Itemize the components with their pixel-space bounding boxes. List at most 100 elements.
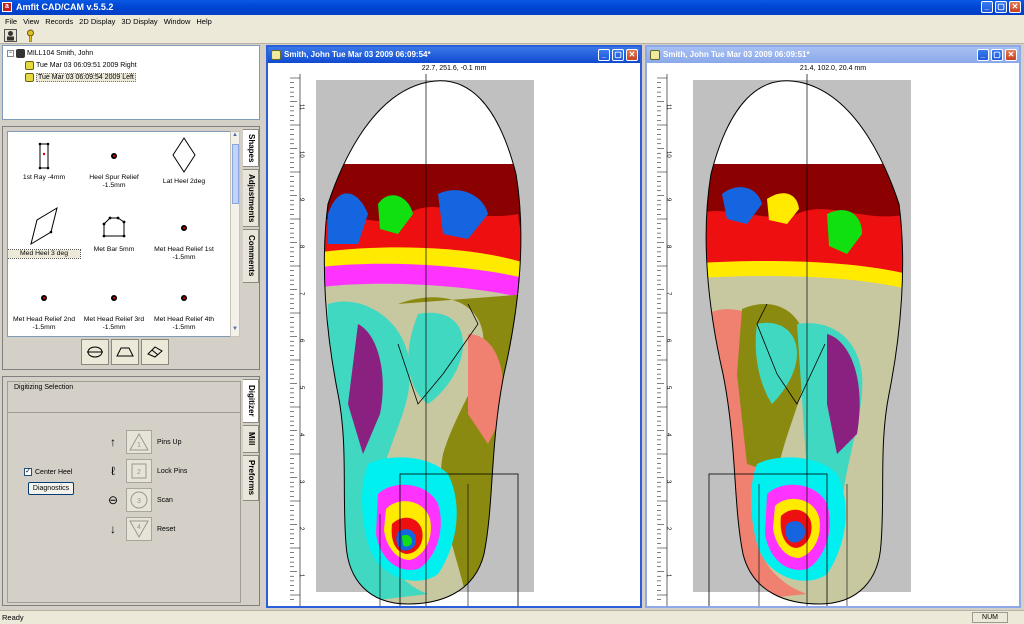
patient-icon [16, 49, 25, 58]
tree-patient-label: MILL104 Smith, John [27, 50, 94, 57]
scan-button[interactable]: 3 [126, 488, 152, 512]
shape-met-head-2nd[interactable]: Met Head Relief 2nd -1.5mm [8, 284, 80, 332]
restore-button[interactable]: ▢ [612, 49, 624, 61]
scroll-thumb[interactable] [232, 144, 239, 204]
ray-rect-icon [38, 142, 50, 170]
level-icon [87, 346, 103, 358]
left-foot-coordinates: 22.7, 251.6, -0.1 mm [421, 65, 487, 72]
ruler-label: 1 [665, 574, 671, 578]
tab-comments[interactable]: Comments [243, 229, 259, 283]
ruler-label: 9 [665, 198, 671, 202]
shapes-panel: 1st Ray -4mm Heel Spur Relief -1.5mm Lat… [2, 126, 260, 370]
tab-adjustments[interactable]: Adjustments [243, 169, 259, 227]
left-foot-pressure-map[interactable]: 11 10 9 8 7 6 5 4 3 2 1 [268, 74, 640, 606]
eraser-tool-button[interactable] [141, 339, 169, 365]
shape-heel-spur-relief[interactable]: Heel Spur Relief -1.5mm [78, 142, 150, 190]
key-icon[interactable] [24, 29, 37, 42]
shape-label: Met Head Relief 4th -1.5mm [153, 316, 215, 331]
ruler-label: 8 [665, 245, 671, 249]
tree-patient-row[interactable]: − MILL104 Smith, John [7, 49, 93, 58]
center-heel-label: Center Heel [35, 468, 73, 476]
reset-button[interactable]: 4 [126, 517, 152, 541]
window-controls: _ ▢ ✕ [981, 1, 1021, 13]
step-number: 4 [137, 524, 141, 531]
digitizing-legend: Digitizing Selection [12, 384, 76, 391]
level-tool-button[interactable] [81, 339, 109, 365]
tree-scan-label: Tue Mar 03 06:09:51 2009 Right [36, 62, 137, 69]
menu-3d-display[interactable]: 3D Display [118, 17, 160, 26]
ruler-label: 5 [665, 386, 671, 390]
shape-met-head-4th[interactable]: Met Head Relief 4th -1.5mm [148, 284, 220, 332]
arrow-down-icon: ↓ [110, 522, 116, 536]
trapezoid-tool-button[interactable] [111, 339, 139, 365]
menu-window[interactable]: Window [161, 17, 194, 26]
triangle-down-icon: 4 [129, 520, 149, 539]
digitizing-selection-group: Digitizing Selection ✓ Center Heel Diagn… [7, 381, 241, 603]
shape-label: Met Head Relief 3rd -1.5mm [83, 316, 145, 331]
restore-button[interactable]: ▢ [995, 1, 1007, 13]
ruler-label: 2 [298, 527, 304, 531]
left-foot-title-bar: Smith, John Tue Mar 03 2009 06:09:54* _ … [268, 47, 640, 63]
menu-bar: File View Records 2D Display 3D Display … [0, 15, 1024, 27]
shape-label: Met Head Relief 2nd -1.5mm [13, 316, 75, 331]
ruler-label: 3 [665, 480, 671, 484]
step-number: 1 [137, 442, 141, 449]
checkbox-check-icon[interactable]: ✓ [24, 468, 32, 476]
menu-records[interactable]: Records [42, 17, 76, 26]
restore-button[interactable]: ▢ [991, 49, 1003, 61]
patient-icon[interactable] [4, 29, 17, 42]
shapes-scrollbar[interactable]: ▲ ▼ [230, 131, 240, 337]
minimize-button[interactable]: _ [598, 49, 610, 61]
shape-1st-ray[interactable]: 1st Ray -4mm [8, 142, 80, 182]
tree-scan-left[interactable]: Tue Mar 03 06:09:54 2009 Left [25, 73, 136, 82]
dot-icon [181, 225, 187, 231]
ruler-label: 10 [298, 151, 304, 158]
lock-pins-button[interactable]: 2 [126, 459, 152, 483]
shape-met-bar[interactable]: Met Bar 5mm [78, 214, 150, 254]
right-foot-window: Smith, John Tue Mar 03 2009 06:09:51* _ … [645, 45, 1021, 608]
tab-shapes[interactable]: Shapes [243, 129, 259, 167]
close-button[interactable]: ✕ [1009, 1, 1021, 13]
tree-scan-right[interactable]: Tue Mar 03 06:09:51 2009 Right [25, 61, 137, 70]
diagnostics-button[interactable]: Diagnostics [28, 482, 74, 495]
ruler-label: 4 [665, 433, 671, 437]
collapse-toggle-icon[interactable]: − [7, 50, 14, 57]
tab-mill[interactable]: Mill [243, 425, 259, 453]
right-foot-pressure-map[interactable]: 11 10 9 8 7 6 5 4 3 2 1 [647, 74, 1019, 606]
tab-digitizer[interactable]: Digitizer [243, 379, 259, 423]
ruler-label: 7 [665, 292, 671, 296]
ruler-label: 11 [665, 104, 671, 111]
menu-file[interactable]: File [2, 17, 20, 26]
ruler-label: 3 [298, 480, 304, 484]
minimize-button[interactable]: _ [977, 49, 989, 61]
pins-up-button[interactable]: 1 [126, 430, 152, 454]
scroll-up-icon[interactable]: ▲ [231, 132, 239, 142]
left-foot-title: Smith, John Tue Mar 03 2009 06:09:54* [284, 50, 431, 59]
menu-help[interactable]: Help [193, 17, 214, 26]
shape-lat-heel[interactable]: Lat Heel 2deg [148, 136, 220, 186]
menu-view[interactable]: View [20, 17, 42, 26]
center-heel-checkbox[interactable]: ✓ Center Heel [24, 468, 72, 476]
shape-med-heel[interactable]: Med Heel 3 deg [8, 206, 81, 259]
ruler-label: 1 [298, 574, 304, 578]
shape-label: Met Bar 5mm [93, 246, 135, 253]
shape-met-head-3rd[interactable]: Met Head Relief 3rd -1.5mm [78, 284, 150, 332]
shape-met-head-1st[interactable]: Met Head Relief 1st -1.5mm [148, 214, 220, 262]
ruler-label: 9 [298, 198, 304, 202]
dot-icon [111, 153, 117, 159]
minimize-button[interactable]: _ [981, 1, 993, 13]
pins-up-label: Pins Up [157, 438, 182, 446]
foot-scan-icon [25, 61, 34, 70]
arrow-up-icon: ↑ [110, 435, 116, 449]
dot-icon [181, 295, 187, 301]
app-title: Amfit CAD/CAM v.5.5.2 [16, 2, 114, 12]
tab-preforms[interactable]: Preforms [243, 455, 259, 501]
left-foot-window: Smith, John Tue Mar 03 2009 06:09:54* _ … [266, 45, 642, 608]
close-button[interactable]: ✕ [1005, 49, 1017, 61]
close-button[interactable]: ✕ [626, 49, 638, 61]
ruler-label: 2 [665, 527, 671, 531]
scroll-down-icon[interactable]: ▼ [231, 326, 239, 336]
right-foot-title: Smith, John Tue Mar 03 2009 06:09:51* [663, 50, 810, 59]
menu-2d-display[interactable]: 2D Display [76, 17, 118, 26]
status-num-indicator: NUM [972, 612, 1008, 623]
